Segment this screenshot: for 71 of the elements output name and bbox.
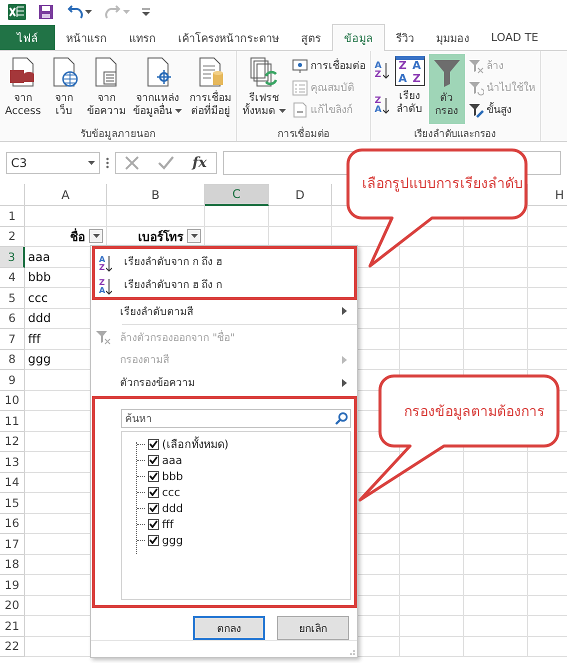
- row-header[interactable]: 20: [0, 596, 25, 616]
- row-header[interactable]: 5: [0, 288, 25, 308]
- cell-text: bbb: [28, 270, 51, 284]
- row-header[interactable]: 10: [0, 390, 25, 411]
- row-header[interactable]: 14: [0, 472, 25, 493]
- row-header[interactable]: 4: [0, 268, 25, 288]
- row-header[interactable]: 18: [0, 554, 25, 575]
- row-header[interactable]: 12: [0, 432, 25, 452]
- column-header[interactable]: A: [25, 184, 107, 206]
- ribbon-tab[interactable]: รีวิว: [385, 25, 425, 50]
- cell-text: ggg: [28, 352, 51, 366]
- search-field[interactable]: ค้นหา: [121, 409, 351, 428]
- row-header[interactable]: 9: [0, 370, 25, 390]
- value-label: ggg: [162, 534, 183, 547]
- row-header[interactable]: 16: [0, 514, 25, 534]
- file-tab[interactable]: ไฟล์: [0, 25, 55, 50]
- ribbon-tab[interactable]: ข้อมูล: [332, 24, 385, 51]
- ribbon-button[interactable]: การเชื่อม ต่อที่มีอยู่: [186, 54, 234, 124]
- ribbon-button[interactable]: จากแหล่ง ข้อมูลอื่น: [130, 54, 186, 124]
- row-header[interactable]: 15: [0, 493, 25, 514]
- row-header[interactable]: 3: [0, 247, 25, 268]
- row-header[interactable]: 7: [0, 329, 25, 350]
- value-label: fff: [162, 518, 174, 531]
- ok-button[interactable]: ตกลง: [193, 616, 265, 640]
- ribbon-tab[interactable]: มุมมอง: [425, 25, 480, 50]
- insert-function-button[interactable]: fx: [192, 155, 207, 171]
- cell-text: fff: [28, 332, 40, 346]
- column-title: ชื่อ: [70, 227, 85, 246]
- callout-text: เลือกรูปแบบการเรียงลำดับ: [362, 175, 523, 194]
- ribbon-tab[interactable]: LOAD TE: [480, 25, 550, 50]
- column-title: เบอร์โทร: [138, 228, 183, 246]
- group-label: เรียงลำดับและกรอง: [413, 128, 498, 141]
- cell-text: aaa: [28, 250, 50, 264]
- ribbon-tab[interactable]: หน้าแรก: [55, 25, 118, 50]
- row-header[interactable]: 1: [0, 206, 25, 226]
- group-label: รับข้อมูลภายนอก: [80, 128, 157, 141]
- column-header[interactable]: D: [269, 184, 332, 206]
- ribbon-button[interactable]: รีเฟรช ทั้งหมด: [239, 54, 289, 124]
- row-header[interactable]: 8: [0, 350, 25, 370]
- value-label: (เลือกทั้งหมด): [162, 436, 229, 454]
- cell-text: ddd: [28, 311, 51, 326]
- callout-text: กรองข้อมูลตามต้องการ: [404, 403, 545, 422]
- cell-text: ccc: [28, 290, 48, 305]
- ribbon-button[interactable]: การเชื่อมต่อ: [290, 55, 368, 76]
- group-label: การเชื่อมต่อ: [239, 126, 368, 141]
- menu-item[interactable]: ตัวกรองข้อความ: [91, 371, 357, 394]
- row-header[interactable]: 11: [0, 411, 25, 432]
- row-header[interactable]: 13: [0, 452, 25, 472]
- value-label: ddd: [162, 502, 183, 515]
- filter-toggle[interactable]: ตัว กรอง: [428, 54, 465, 124]
- cancel-button[interactable]: ยกเลิก: [277, 616, 349, 640]
- ribbon-button[interactable]: จาก Access: [2, 54, 44, 124]
- row-header[interactable]: 6: [0, 308, 25, 329]
- column-header[interactable]: C: [205, 184, 269, 206]
- ribbon-button[interactable]: จาก ข้อความ: [84, 54, 129, 124]
- value-label: ccc: [162, 486, 180, 499]
- ribbon-button[interactable]: Z A A Z เรียง ลำดับ: [392, 54, 428, 124]
- name-box[interactable]: C3: [6, 152, 100, 174]
- row-header[interactable]: 17: [0, 534, 25, 554]
- row-header[interactable]: 22: [0, 636, 25, 657]
- grid-cell[interactable]: ชื่อ: [25, 226, 107, 247]
- ribbon-button[interactable]: จาก เว็บ: [44, 54, 83, 124]
- sort-icon: Z A A Z: [394, 56, 425, 86]
- row-header[interactable]: 19: [0, 575, 25, 596]
- value-label: aaa: [162, 454, 182, 467]
- ribbon-tab[interactable]: เค้าโครงหน้ากระดาษ: [167, 25, 290, 50]
- ribbon-button[interactable]: ขั้นสูง: [466, 99, 538, 120]
- ribbon-tab[interactable]: สูตร: [290, 25, 332, 50]
- value-label: bbb: [162, 470, 183, 483]
- ribbon-tab[interactable]: แทรก: [118, 25, 167, 50]
- row-header[interactable]: 21: [0, 616, 25, 636]
